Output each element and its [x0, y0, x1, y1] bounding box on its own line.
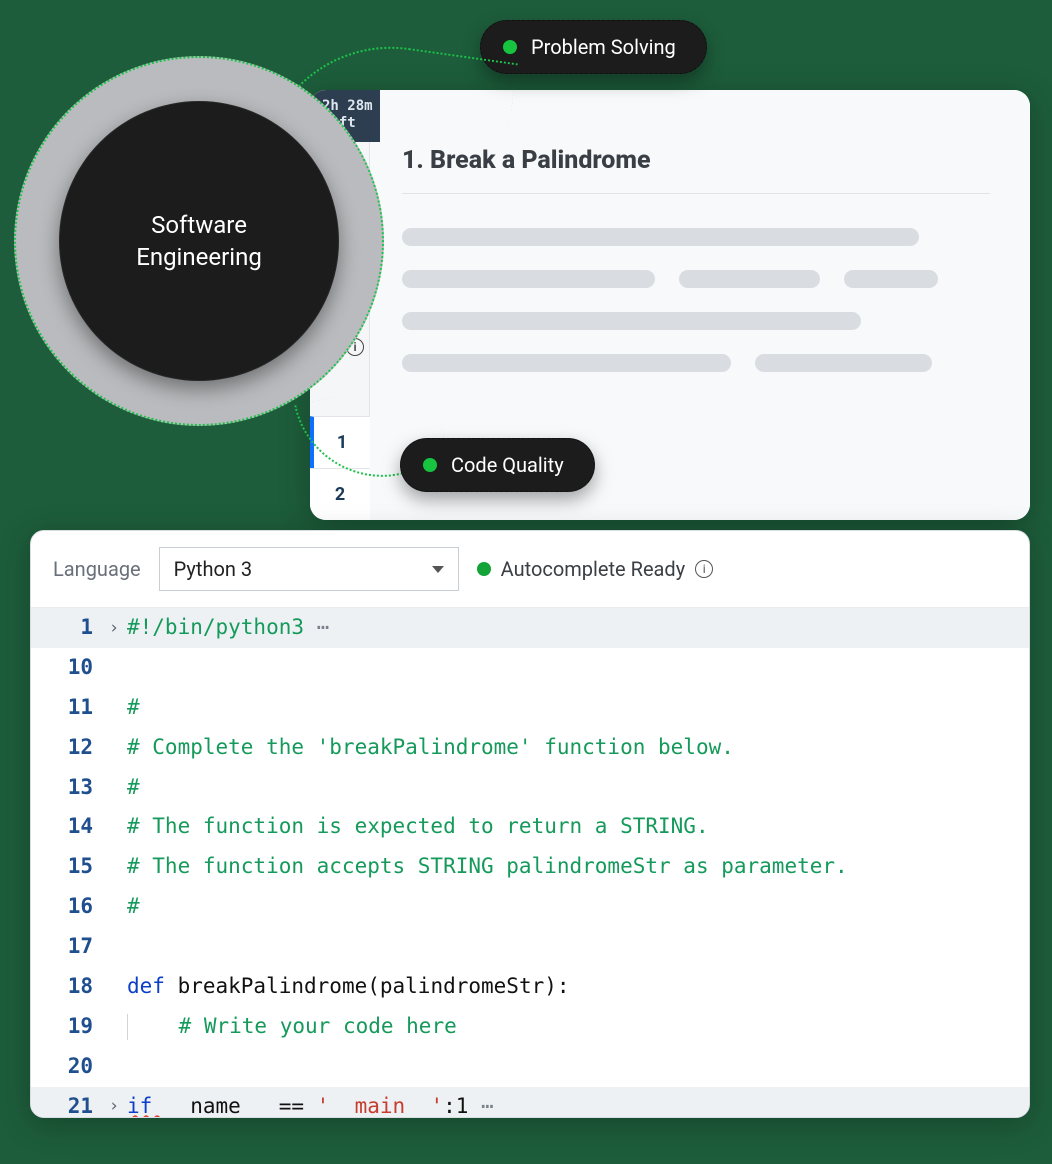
code-line[interactable]: 11 #: [31, 688, 1029, 728]
code-content[interactable]: #: [127, 887, 1029, 927]
code-content[interactable]: def breakPalindrome(palindromeStr):: [127, 967, 1029, 1007]
line-number: 10: [31, 648, 101, 688]
autocomplete-status: Autocomplete Ready i: [477, 557, 714, 581]
fold-toggle-icon[interactable]: ›: [101, 612, 127, 644]
fold-toggle-icon[interactable]: ›: [101, 1090, 127, 1117]
code-line[interactable]: 12 # Complete the 'breakPalindrome' funct…: [31, 728, 1029, 768]
code-line[interactable]: 15 # The function accepts STRING palindro…: [31, 847, 1029, 887]
line-number: 17: [31, 927, 101, 967]
language-label: Language: [53, 557, 141, 581]
line-number: 18: [31, 967, 101, 1007]
line-number: 16: [31, 887, 101, 927]
code-area[interactable]: 1›#!/bin/python3 ⋯1011#12# Complete the …: [31, 608, 1029, 1117]
code-line[interactable]: 20: [31, 1047, 1029, 1087]
editor-header: Language Python 3 Autocomplete Ready i: [31, 531, 1029, 608]
language-select[interactable]: Python 3: [159, 547, 459, 591]
code-line[interactable]: 18 def breakPalindrome(palindromeStr):: [31, 967, 1029, 1007]
code-line[interactable]: 14 # The function is expected to return a…: [31, 807, 1029, 847]
category-circle-inner: Software Engineering: [59, 101, 339, 381]
line-number: 19: [31, 1007, 101, 1047]
badge-label: Code Quality: [451, 453, 564, 477]
code-content[interactable]: # Write your code here: [127, 1007, 1029, 1047]
code-line[interactable]: 16 #: [31, 887, 1029, 927]
question-number-2[interactable]: 2: [310, 468, 370, 520]
line-number: 11: [31, 688, 101, 728]
info-icon[interactable]: i: [695, 560, 713, 578]
category-circle: Software Engineering: [14, 56, 384, 426]
line-number: 14: [31, 807, 101, 847]
line-number: 15: [31, 847, 101, 887]
code-content[interactable]: # The function accepts STRING palindrome…: [127, 847, 1029, 887]
badge-label: Problem Solving: [531, 35, 676, 59]
status-dot-icon: [477, 562, 491, 576]
code-content[interactable]: #: [127, 768, 1029, 808]
line-number: 13: [31, 768, 101, 808]
line-number: 1: [31, 608, 101, 648]
autocomplete-label: Autocomplete Ready: [501, 557, 686, 581]
code-line[interactable]: 1›#!/bin/python3 ⋯: [31, 608, 1029, 648]
code-line[interactable]: 17: [31, 927, 1029, 967]
category-label: Software Engineering: [136, 209, 262, 274]
chevron-down-icon: [432, 566, 444, 573]
problem-description-placeholder: [402, 228, 990, 372]
line-number: 12: [31, 728, 101, 768]
code-content[interactable]: # Complete the 'breakPalindrome' functio…: [127, 728, 1029, 768]
status-dot-icon: [423, 458, 437, 472]
code-content[interactable]: #!/bin/python3 ⋯: [127, 608, 1029, 648]
language-value: Python 3: [174, 557, 252, 581]
code-line[interactable]: 21›if __name__ == '__main__':1 ⋯: [31, 1087, 1029, 1117]
code-content[interactable]: # The function is expected to return a S…: [127, 807, 1029, 847]
status-dot-icon: [503, 40, 517, 54]
code-line[interactable]: 13 #: [31, 768, 1029, 808]
line-number: 20: [31, 1047, 101, 1087]
code-line[interactable]: 10: [31, 648, 1029, 688]
code-content[interactable]: #: [127, 688, 1029, 728]
code-line[interactable]: 19 # Write your code here: [31, 1007, 1029, 1047]
code-content[interactable]: if __name__ == '__main__':1 ⋯: [127, 1087, 1029, 1117]
code-editor-panel: Language Python 3 Autocomplete Ready i 1…: [30, 530, 1030, 1118]
line-number: 21: [31, 1087, 101, 1117]
badge-code-quality: Code Quality: [400, 438, 595, 492]
